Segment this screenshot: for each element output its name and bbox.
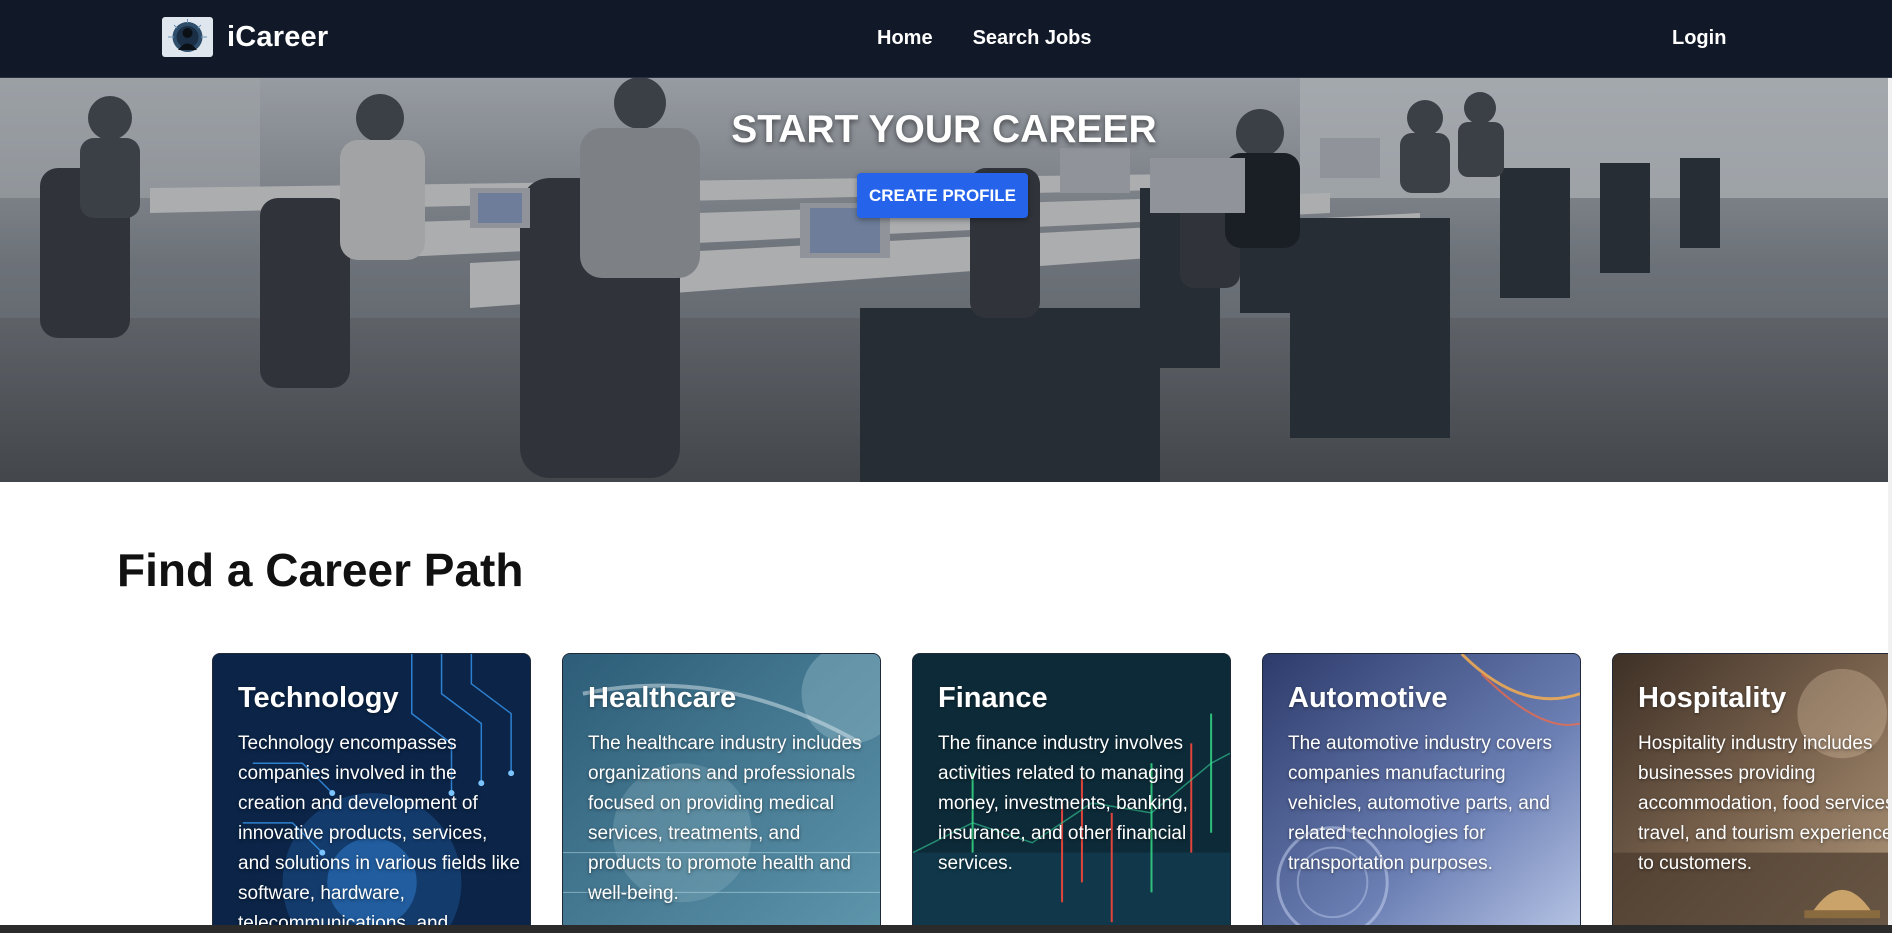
hero-title: START YOUR CAREER <box>731 108 1157 151</box>
career-card-hospitality[interactable]: Hospitality Hospitality industry include… <box>1612 653 1892 933</box>
career-card-healthcare[interactable]: Healthcare The healthcare industry inclu… <box>562 653 881 933</box>
logo-icon <box>162 17 213 57</box>
card-description: The finance industry involves activities… <box>938 733 1188 874</box>
hero-banner: START YOUR CAREER CREATE PROFILE <box>0 78 1888 482</box>
nav-home-link[interactable]: Home <box>877 27 933 50</box>
card-body: Technology Technology encompasses compan… <box>238 682 520 933</box>
card-body: Automotive The automotive industry cover… <box>1288 682 1570 879</box>
card-description: The healthcare industry includes organiz… <box>588 733 862 904</box>
card-title: Automotive <box>1288 682 1448 714</box>
card-title: Hospitality <box>1638 682 1787 714</box>
nav-search-jobs-link[interactable]: Search Jobs <box>973 27 1092 50</box>
section-title: Find a Career Path <box>117 544 524 596</box>
window-bottom-edge <box>0 925 1892 933</box>
card-title: Finance <box>938 682 1048 714</box>
card-title: Technology <box>238 682 399 714</box>
main-nav: Home Search Jobs <box>877 27 1132 50</box>
brand-link[interactable]: iCareer <box>162 17 328 57</box>
career-card-technology[interactable]: Technology Technology encompasses compan… <box>212 653 531 933</box>
card-description: The automotive industry covers companies… <box>1288 733 1553 874</box>
card-description: Hospitality industry includes businesses… <box>1638 733 1892 874</box>
create-profile-button[interactable]: CREATE PROFILE <box>857 173 1028 218</box>
navbar: iCareer Home Search Jobs Login <box>0 0 1892 78</box>
career-card-finance[interactable]: Finance The finance industry involves ac… <box>912 653 1231 933</box>
page: iCareer Home Search Jobs Login START YOU… <box>0 0 1892 933</box>
login-link[interactable]: Login <box>1672 27 1726 50</box>
page-scrollbar[interactable] <box>1888 78 1892 925</box>
card-body: Hospitality Hospitality industry include… <box>1638 682 1892 879</box>
career-card-automotive[interactable]: Automotive The automotive industry cover… <box>1262 653 1581 933</box>
card-body: Finance The finance industry involves ac… <box>938 682 1220 879</box>
card-description: Technology encompasses companies involve… <box>238 733 520 933</box>
card-body: Healthcare The healthcare industry inclu… <box>588 682 870 909</box>
brand-name: iCareer <box>227 20 329 53</box>
card-title: Healthcare <box>588 682 737 714</box>
